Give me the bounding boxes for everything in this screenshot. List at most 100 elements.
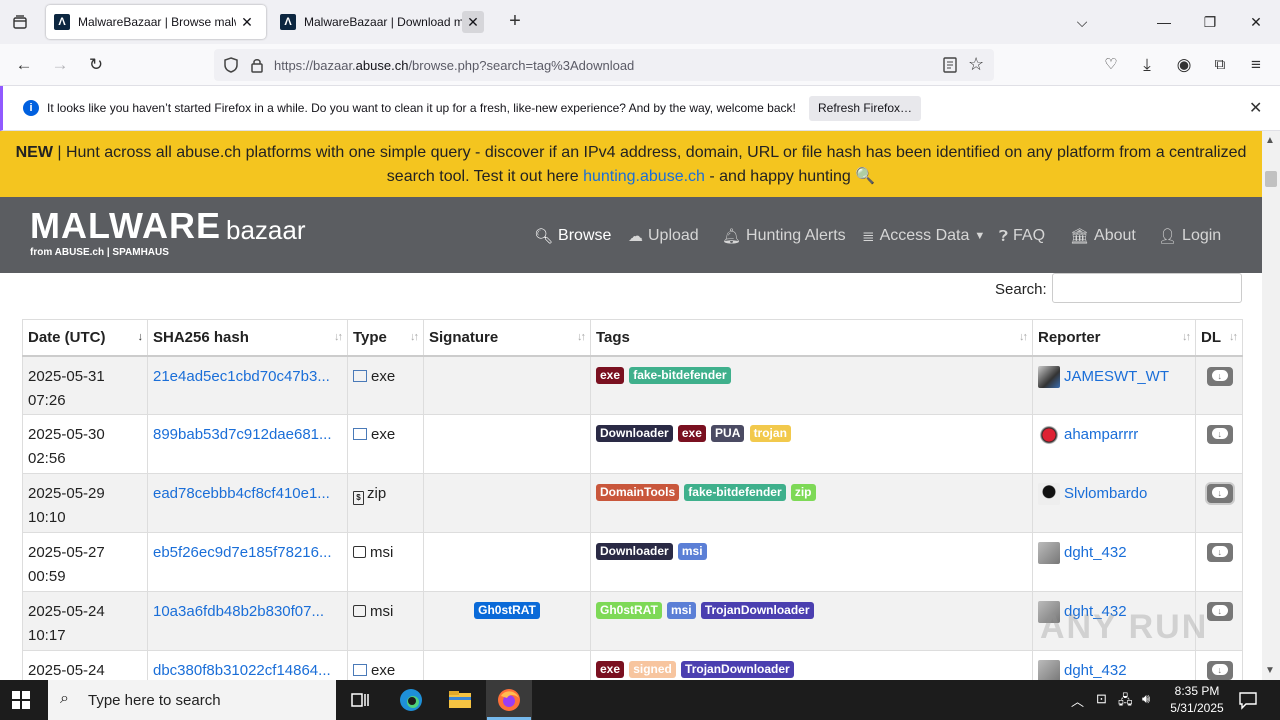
tag-badge[interactable]: TrojanDownloader — [700, 602, 814, 619]
tag-badge[interactable]: fake-bitdefender — [684, 484, 786, 501]
tab-browse-malware[interactable]: Λ MalwareBazaar | Browse malwa ✕ — [46, 5, 266, 39]
tab-download-malware[interactable]: Λ MalwareBazaar | Download ma ✕ — [272, 5, 492, 39]
sha256-link[interactable]: 899bab53d7c912dae681... — [153, 426, 332, 443]
menu-hamburger-icon[interactable]: ≡ — [1244, 53, 1268, 77]
account-icon[interactable]: ◉ — [1172, 53, 1196, 77]
reporter-link[interactable]: dght_432 — [1064, 541, 1127, 565]
tag-badge[interactable]: Downloader — [596, 543, 673, 560]
tag-badge[interactable]: TrojanDownloader — [681, 661, 794, 678]
tag-badge[interactable]: DomainTools — [596, 484, 680, 501]
windows-start-icon[interactable] — [12, 691, 30, 709]
nav-access-data[interactable]: ≣ Access Data ▼ — [862, 227, 985, 245]
sha256-link[interactable]: eb5f26ec9d7e185f78216... — [153, 544, 332, 561]
logo-malware[interactable]: MALWARE — [30, 205, 221, 247]
tracking-shield-icon[interactable] — [222, 56, 240, 74]
lock-icon[interactable] — [248, 56, 266, 74]
reporter-link[interactable]: JAMESWT_WT — [1064, 365, 1169, 389]
tag-badge[interactable]: exe — [677, 425, 706, 442]
network-icon[interactable]: 🖧︎ — [1118, 691, 1133, 713]
col-signature[interactable]: Signature ↓↑ — [423, 319, 591, 357]
edge-icon[interactable] — [397, 686, 425, 714]
logo-bazaar[interactable]: bazaar — [226, 215, 306, 246]
firefox-icon[interactable] — [495, 686, 523, 714]
table-row: 2025-05-24 dbc380f8b31022cf14864... exe … — [22, 650, 1243, 680]
signature-cell: Gh0stRAT — [423, 591, 591, 651]
pocket-icon[interactable]: ♡ — [1099, 53, 1123, 77]
downloads-icon[interactable]: ⤓ — [1135, 53, 1159, 77]
volume-icon[interactable]: 🔊︎ — [1142, 691, 1150, 707]
nav-about[interactable]: 🏛︎ About — [1070, 227, 1136, 245]
close-tab-icon[interactable]: ✕ — [236, 11, 258, 33]
malwarebazaar-favicon: Λ — [280, 14, 296, 30]
nav-upload[interactable]: ☁ Upload — [628, 227, 699, 245]
taskbar-search-box[interactable]: ⌕ Type here to search — [48, 680, 336, 720]
tag-badge[interactable]: Gh0stRAT — [596, 602, 662, 619]
tag-badge[interactable]: exe — [596, 661, 625, 678]
col-reporter[interactable]: Reporter ↓↑ — [1032, 319, 1196, 357]
scroll-thumb[interactable] — [1265, 171, 1277, 187]
taskbar-clock[interactable]: 8:35 PM 5/31/2025 — [1166, 683, 1228, 717]
reporter-link[interactable]: Slvlombardo — [1064, 482, 1147, 506]
sha256-link[interactable]: 21e4ad5ec1cbd70c47b3... — [153, 368, 330, 385]
nav-browse[interactable]: 🔍︎ Browse — [534, 227, 611, 245]
minimize-icon[interactable]: — — [1152, 10, 1176, 34]
close-window-icon[interactable]: ✕ — [1244, 10, 1268, 34]
nav-faq[interactable]: ❓︎ FAQ — [999, 227, 1045, 245]
reporter-link[interactable]: dght_432 — [1064, 659, 1127, 680]
tag-badge[interactable]: exe — [596, 366, 625, 384]
tag-badge[interactable]: msi — [666, 602, 696, 619]
download-button[interactable]: ↓ — [1206, 484, 1233, 503]
page-scrollbar[interactable]: ▲ ▼ — [1262, 131, 1280, 680]
reload-icon[interactable]: ↻ — [84, 53, 108, 77]
reader-view-icon[interactable] — [941, 56, 959, 74]
tag-badge[interactable]: fake-bitdefender — [629, 366, 731, 384]
close-tab-icon[interactable]: ✕ — [462, 11, 484, 33]
scroll-down-icon[interactable]: ▼ — [1265, 665, 1275, 676]
download-button[interactable]: ↓ — [1206, 543, 1233, 562]
new-tab-icon[interactable]: + — [503, 10, 527, 34]
back-icon[interactable]: ← — [12, 53, 36, 77]
tag-badge[interactable]: PUA — [711, 425, 745, 442]
download-button[interactable]: ↓ — [1206, 366, 1233, 386]
sha256-link[interactable]: ead78cebbb4cf8cf410e1... — [153, 485, 330, 502]
notifications-icon[interactable] — [1238, 690, 1258, 710]
sha256-link[interactable]: dbc380f8b31022cf14864... — [153, 662, 331, 679]
tray-overflow-icon[interactable]: ︿ — [1071, 691, 1084, 710]
task-view-icon[interactable] — [346, 686, 374, 714]
download-button[interactable]: ↓ — [1206, 602, 1233, 621]
col-date[interactable]: Date (UTC) ↓ — [22, 319, 148, 357]
sha256-link[interactable]: 10a3a6fdb48b2b830f07... — [153, 603, 324, 620]
date-cell: 2025-05-27 00:59 — [22, 532, 148, 592]
col-sha256[interactable]: SHA256 hash ↓↑ — [147, 319, 348, 357]
reporter-link[interactable]: ahamparrrr — [1064, 423, 1138, 447]
forward-icon[interactable]: → — [48, 53, 72, 77]
tab-overflow-chevron-icon[interactable]: ⌵ — [1070, 10, 1094, 34]
address-bar[interactable]: https://bazaar.abuse.ch/browse.php?searc… — [214, 49, 994, 81]
extensions-icon[interactable]: ⧉ — [1208, 53, 1232, 77]
download-button[interactable]: ↓ — [1206, 425, 1233, 444]
bookmark-star-icon[interactable]: ☆ — [968, 54, 984, 75]
restore-icon[interactable]: ❐ — [1198, 10, 1222, 34]
refresh-firefox-button[interactable]: Refresh Firefox… — [809, 96, 921, 121]
file-explorer-icon[interactable] — [446, 686, 474, 714]
url-text[interactable]: https://bazaar.abuse.ch/browse.php?searc… — [274, 58, 634, 73]
type-cell: exe — [347, 650, 424, 680]
tab-list-icon[interactable] — [10, 12, 30, 32]
network-device-icon[interactable]: ⊡ — [1096, 691, 1107, 707]
col-tags[interactable]: Tags ↓↑ — [590, 319, 1033, 357]
nav-login[interactable]: 👤︎ Login — [1158, 227, 1221, 245]
tag-badge[interactable]: signed — [629, 661, 676, 678]
hunting-link[interactable]: hunting.abuse.ch — [583, 168, 705, 185]
tag-badge[interactable]: zip — [790, 484, 816, 501]
search-input[interactable] — [1052, 273, 1242, 303]
download-button[interactable]: ↓ — [1206, 661, 1233, 680]
tag-badge[interactable]: msi — [677, 543, 707, 560]
scroll-up-icon[interactable]: ▲ — [1265, 135, 1275, 146]
tag-badge[interactable]: Downloader — [596, 425, 673, 442]
col-dl[interactable]: DL ↓↑ — [1195, 319, 1243, 357]
signature-badge[interactable]: Gh0stRAT — [474, 602, 540, 619]
col-type[interactable]: Type ↓↑ — [347, 319, 424, 357]
close-notification-icon[interactable]: ✕ — [1249, 98, 1262, 118]
tag-badge[interactable]: trojan — [749, 425, 791, 442]
nav-hunting-alerts[interactable]: 🔔︎ Hunting Alerts — [722, 227, 846, 245]
